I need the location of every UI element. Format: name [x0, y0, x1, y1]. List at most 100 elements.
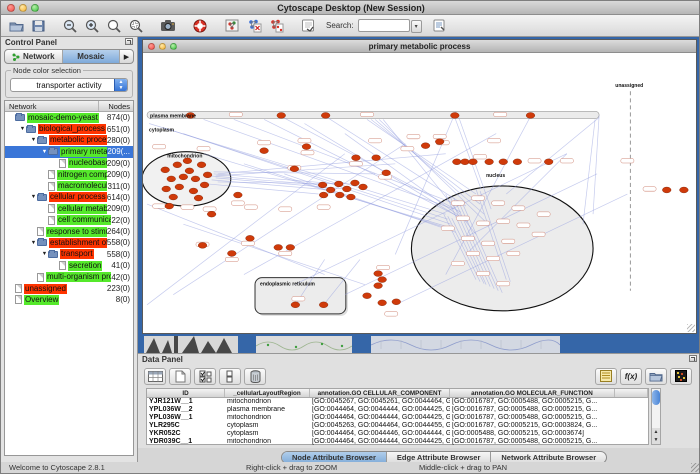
- network-tree-item[interactable]: multi-organism pro42(0): [5, 271, 133, 282]
- network-node[interactable]: [378, 300, 387, 306]
- network-node[interactable]: [185, 168, 194, 174]
- network-tree-item[interactable]: ▼biological_process651(0): [5, 123, 133, 134]
- network-tree-item[interactable]: ▼cellular process614(0): [5, 192, 133, 203]
- scroll-up-icon[interactable]: ▲: [652, 428, 660, 436]
- network-tree-item[interactable]: mosaic-demo-yeast874(0): [5, 112, 133, 123]
- table-row[interactable]: YDR039C__1mitochondrion[GO:0044464, GO:0…: [147, 438, 648, 446]
- save-icon[interactable]: [28, 17, 48, 35]
- zoom-out-icon[interactable]: [60, 17, 80, 35]
- network-node[interactable]: [452, 159, 461, 165]
- network-node[interactable]: [372, 155, 381, 161]
- network-node[interactable]: [203, 172, 212, 178]
- network-node[interactable]: [335, 192, 344, 198]
- network-node[interactable]: [392, 299, 401, 305]
- network-node[interactable]: [319, 302, 328, 308]
- table-row[interactable]: YPL036W__1mitochondrion[GO:0044464, GO:0…: [147, 414, 648, 422]
- attribute-table-icon[interactable]: [144, 368, 166, 385]
- network-node[interactable]: [197, 162, 206, 168]
- select-attributes-icon[interactable]: [194, 368, 216, 385]
- network-node[interactable]: [207, 211, 216, 217]
- network-node[interactable]: [662, 187, 671, 193]
- network-view-titlebar[interactable]: primary metabolic process: [143, 40, 696, 53]
- network-tree-item[interactable]: nitrogen compo209(0): [5, 169, 133, 180]
- import-annotation-icon[interactable]: [298, 17, 318, 35]
- table-column-header[interactable]: ID: [147, 389, 225, 397]
- network-node[interactable]: [189, 188, 198, 194]
- network-node[interactable]: [286, 244, 295, 250]
- window-resize-grip[interactable]: [691, 463, 700, 472]
- network-node[interactable]: [167, 176, 176, 182]
- network-tree-item[interactable]: nucleobase-209(0): [5, 158, 133, 169]
- network-node[interactable]: [513, 159, 522, 165]
- help-lifesaver-icon[interactable]: [190, 17, 210, 35]
- network-node[interactable]: [363, 293, 372, 299]
- network-node[interactable]: [359, 184, 368, 190]
- network-node[interactable]: [343, 186, 352, 192]
- network-node[interactable]: [161, 167, 170, 173]
- network-tree-item[interactable]: macromolecule311(0): [5, 180, 133, 191]
- open-file-icon[interactable]: [6, 17, 26, 35]
- scroll-down-icon[interactable]: ▼: [652, 436, 660, 444]
- search-input[interactable]: ▾: [358, 19, 410, 32]
- expander-icon[interactable]: ▼: [41, 251, 48, 257]
- zoom-selected-region-icon[interactable]: [104, 17, 124, 35]
- unselect-attributes-icon[interactable]: [219, 368, 241, 385]
- zoom-to-fit-icon[interactable]: [126, 17, 146, 35]
- view-resize-grip[interactable]: [687, 324, 695, 332]
- tree-header[interactable]: Network Nodes: [5, 101, 133, 112]
- tab-mosaic[interactable]: Mosaic: [63, 50, 121, 63]
- network-tree-item[interactable]: ▼transport558(0): [5, 249, 133, 260]
- tab-overflow-arrow[interactable]: ▶: [120, 50, 133, 63]
- expander-icon[interactable]: ▼: [41, 149, 48, 155]
- network-node[interactable]: [334, 181, 343, 187]
- table-row[interactable]: YPL036W__2plasma membrane[GO:0044464, GO…: [147, 406, 648, 414]
- attribute-list-icon[interactable]: [595, 368, 617, 385]
- network-tree-item[interactable]: cellular metabo209(0): [5, 203, 133, 214]
- network-node[interactable]: [227, 251, 236, 257]
- network-node[interactable]: [326, 187, 335, 193]
- annotation-document-icon[interactable]: [430, 17, 450, 35]
- network-node[interactable]: [175, 184, 184, 190]
- network-node[interactable]: [321, 113, 330, 119]
- network-tree-item[interactable]: Overview8(0): [5, 294, 133, 305]
- destroy-view-icon[interactable]: [244, 17, 264, 35]
- table-row[interactable]: YKR052Ccytoplasm[GO:0044464, GO:0044446,…: [147, 430, 648, 438]
- expander-icon[interactable]: ▼: [30, 194, 37, 200]
- snapshot-camera-icon[interactable]: [158, 17, 178, 35]
- combo-stepper-icon[interactable]: ▲▼: [114, 79, 127, 91]
- network-tree-item[interactable]: unassigned223(0): [5, 283, 133, 294]
- network-node[interactable]: [435, 139, 444, 145]
- network-node[interactable]: [318, 182, 327, 188]
- network-node[interactable]: [526, 113, 535, 119]
- network-node[interactable]: [378, 277, 387, 283]
- network-node[interactable]: [162, 186, 171, 192]
- network-node[interactable]: [165, 203, 174, 209]
- import-attributes-icon[interactable]: [645, 368, 667, 385]
- network-canvas[interactable]: plasma membrane cytoplasm mitochondrion …: [143, 53, 696, 333]
- zoom-in-icon[interactable]: [82, 17, 102, 35]
- title-bar[interactable]: Cytoscape Desktop (New Session): [1, 1, 700, 15]
- network-node[interactable]: [173, 162, 182, 168]
- network-node[interactable]: [352, 155, 361, 161]
- network-node[interactable]: [191, 176, 200, 182]
- network-node[interactable]: [374, 271, 383, 277]
- network-node[interactable]: [319, 192, 328, 198]
- network-tree-item[interactable]: secretion41(0): [5, 260, 133, 271]
- tab-network[interactable]: Network: [5, 50, 63, 63]
- network-node[interactable]: [485, 159, 494, 165]
- network-node[interactable]: [290, 166, 299, 172]
- network-node[interactable]: [246, 235, 255, 241]
- network-tree-item[interactable]: ▼establishment of lo558(0): [5, 237, 133, 248]
- destroy-network-icon[interactable]: [266, 17, 286, 35]
- table-column-header[interactable]: _cellularLayoutRegion: [225, 389, 310, 397]
- table-column-header[interactable]: annotation.GO CELLULAR_COMPONENT: [310, 389, 450, 397]
- create-view-icon[interactable]: [222, 17, 242, 35]
- new-attribute-icon[interactable]: [169, 368, 191, 385]
- search-dropdown-icon[interactable]: ▾: [411, 20, 422, 33]
- network-node[interactable]: [421, 143, 430, 149]
- network-node[interactable]: [347, 194, 356, 200]
- scrollbar-thumb[interactable]: [652, 390, 660, 405]
- attribute-table[interactable]: ID_cellularLayoutRegionannotation.GO CEL…: [146, 388, 649, 445]
- delete-attribute-icon[interactable]: [244, 368, 266, 385]
- expander-icon[interactable]: ▼: [30, 137, 37, 143]
